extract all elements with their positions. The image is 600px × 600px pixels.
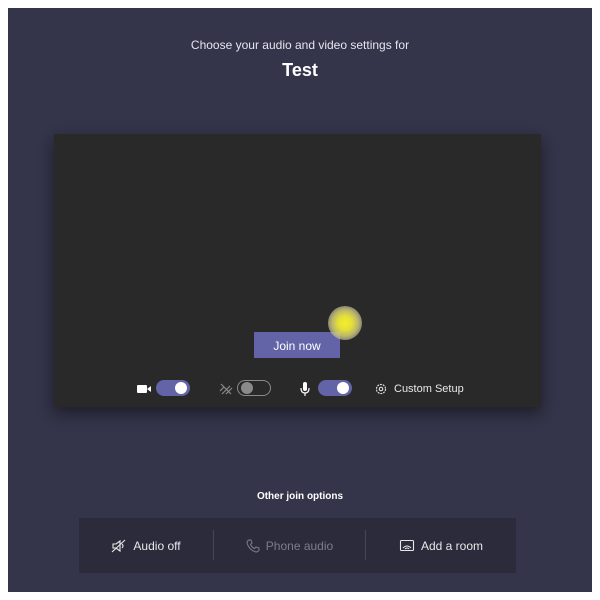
phone-icon — [246, 539, 260, 553]
speaker-off-icon — [112, 539, 126, 552]
other-join-options-heading: Other join options — [256, 491, 344, 502]
device-controls: Custom Setup — [54, 378, 541, 400]
camera-toggle-knob — [175, 382, 187, 394]
meeting-title: Test — [282, 60, 318, 80]
settings-subtitle: Choose your audio and video settings for — [190, 38, 410, 52]
microphone-icon — [300, 382, 310, 396]
background-blur-toggle-knob — [241, 382, 253, 394]
video-preview: Join now Custom Setup — [54, 134, 541, 407]
add-room-option[interactable]: Add a room — [366, 518, 516, 573]
gear-icon — [375, 383, 387, 395]
background-blur-toggle[interactable] — [237, 380, 271, 396]
click-highlight-indicator — [328, 306, 362, 340]
join-now-button[interactable]: Join now — [254, 332, 340, 358]
cast-icon — [399, 539, 415, 551]
camera-icon — [137, 385, 151, 393]
other-join-options-panel: Audio off Phone audio Add a room — [79, 518, 516, 573]
custom-setup-button[interactable]: Custom Setup — [374, 379, 464, 399]
microphone-toggle-knob — [337, 382, 349, 394]
custom-setup-label: Custom Setup — [394, 383, 464, 395]
audio-off-option[interactable]: Audio off — [79, 518, 213, 573]
audio-off-label: Audio off — [133, 538, 181, 553]
add-room-label: Add a room — [420, 538, 484, 553]
blur-icon — [219, 383, 233, 395]
phone-audio-label: Phone audio — [265, 538, 334, 553]
join-settings-screen: Choose your audio and video settings for… — [8, 8, 592, 592]
phone-audio-option[interactable]: Phone audio — [214, 518, 365, 573]
camera-toggle[interactable] — [156, 380, 190, 396]
microphone-toggle[interactable] — [318, 380, 352, 396]
